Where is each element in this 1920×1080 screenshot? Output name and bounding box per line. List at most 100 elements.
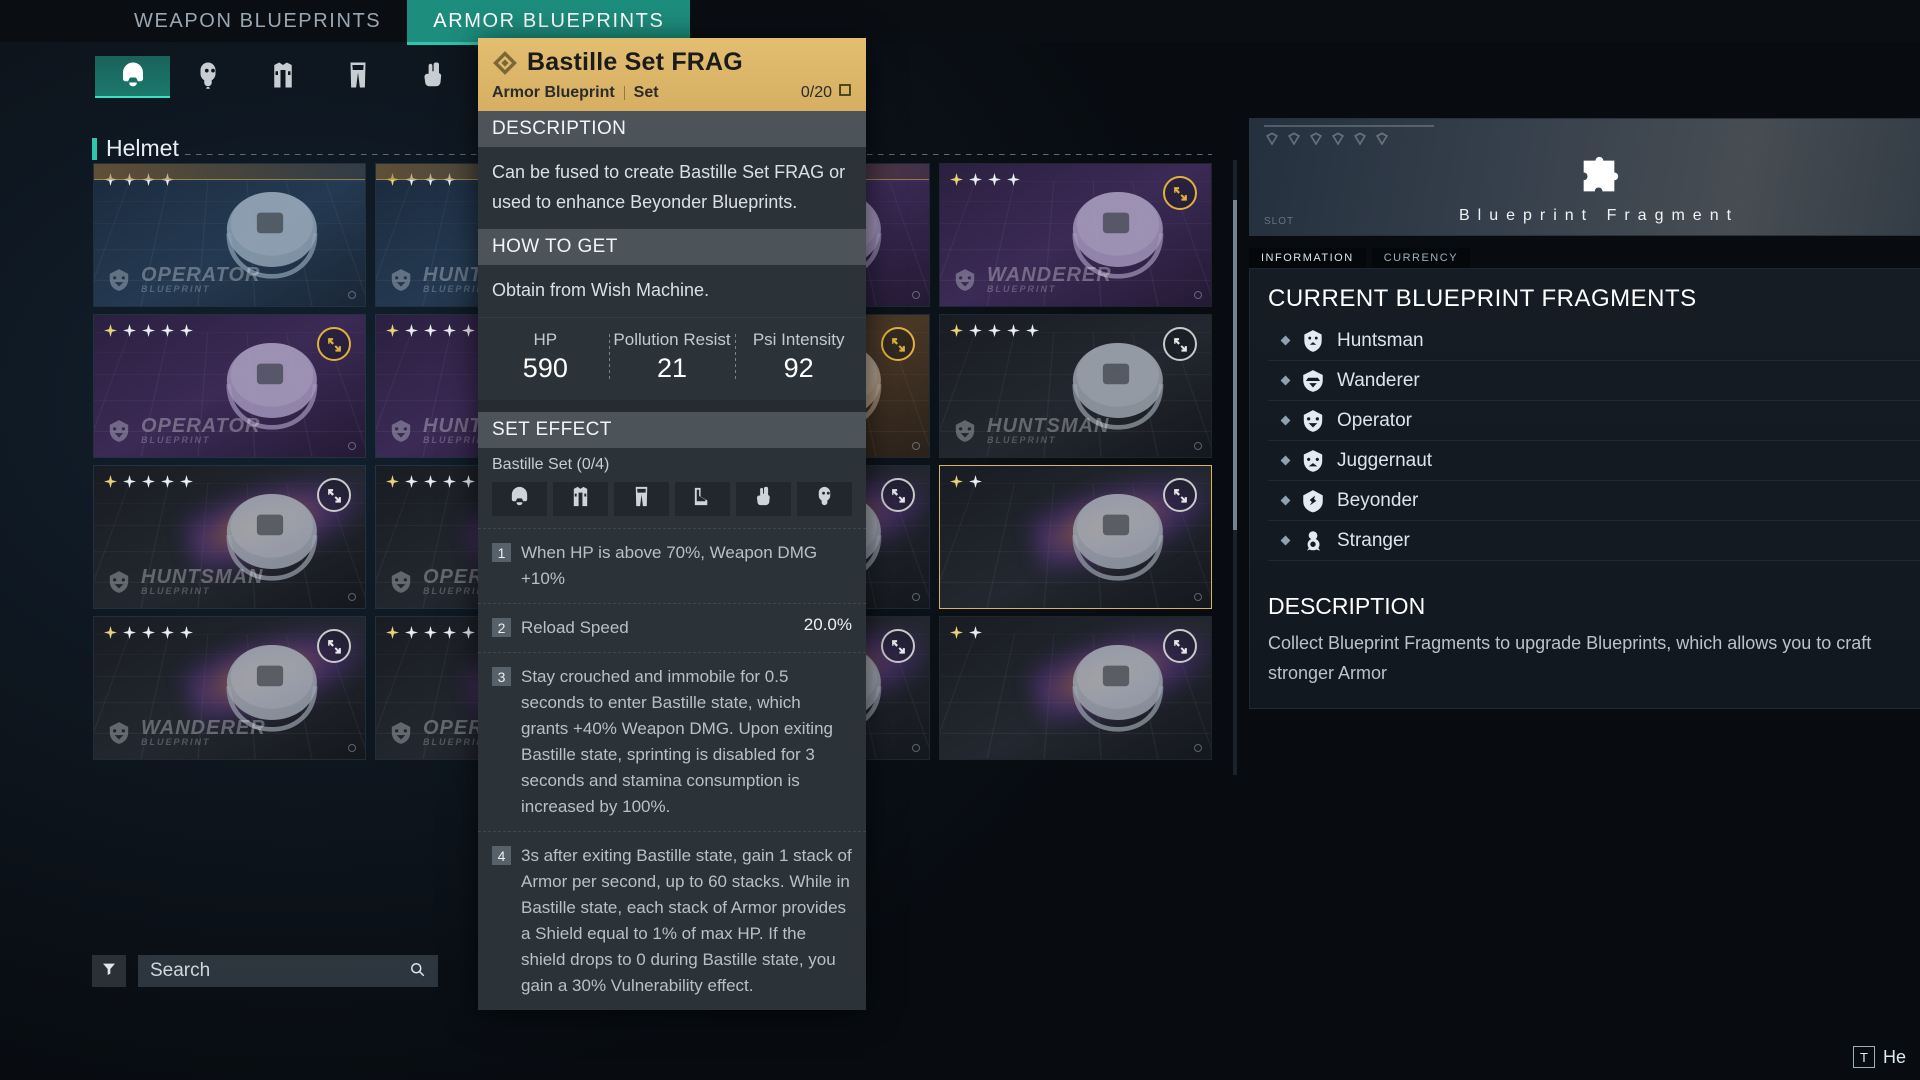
blueprint-card[interactable]: WANDERER BLUEPRINT bbox=[939, 163, 1212, 307]
card-corner-marker bbox=[912, 593, 920, 601]
set-slot bbox=[492, 482, 547, 516]
blueprint-card[interactable]: HUNTSMANBLUEPRINT bbox=[93, 465, 366, 609]
tab-information[interactable]: INFORMATION bbox=[1249, 248, 1366, 268]
tooltip-stat-value: 92 bbox=[783, 353, 814, 383]
grid-scrollbar-thumb[interactable] bbox=[1233, 200, 1237, 530]
equipped-badge[interactable] bbox=[881, 478, 915, 512]
tooltip-stat-label: Pollution Resist bbox=[613, 330, 731, 349]
fragment-list-item[interactable]: Beyonder bbox=[1268, 481, 1920, 521]
helmet-icon bbox=[118, 60, 148, 95]
faction-sub: BLUEPRINT bbox=[141, 284, 211, 295]
set-effect-value: 20.0% bbox=[803, 615, 852, 634]
filter-button[interactable] bbox=[92, 955, 126, 987]
fragment-name: Huntsman bbox=[1337, 329, 1424, 351]
search-input[interactable]: Search bbox=[138, 955, 438, 987]
tab-currency[interactable]: CURRENCY bbox=[1371, 248, 1471, 268]
faction-emblem-icon bbox=[104, 267, 134, 293]
rarity-star bbox=[142, 475, 155, 488]
card-top-strip bbox=[94, 164, 365, 180]
faction-sub: BLUEPRINT bbox=[987, 284, 1057, 295]
right-panel-tabs: INFORMATION CURRENCY bbox=[1249, 248, 1920, 268]
tooltip-howto-header: HOW TO GET bbox=[478, 229, 866, 265]
bullet-icon bbox=[1280, 335, 1291, 346]
equipped-badge[interactable] bbox=[1163, 176, 1197, 210]
stranger-emblem-icon bbox=[1300, 528, 1326, 554]
bullet-icon bbox=[1280, 495, 1291, 506]
rp-tab-label: CURRENCY bbox=[1383, 252, 1459, 264]
rarity-star bbox=[969, 475, 982, 488]
beyonder-emblem-icon bbox=[1300, 488, 1326, 514]
blueprint-card[interactable]: WANDERER BLUEPRINT bbox=[93, 616, 366, 760]
rarity-star bbox=[104, 324, 117, 337]
faction-name: OPERATORBLUEPRINT bbox=[141, 415, 261, 446]
category-icon-row bbox=[95, 56, 470, 98]
category-legs[interactable] bbox=[320, 56, 395, 98]
category-helmet[interactable] bbox=[95, 56, 170, 98]
rarity-star bbox=[1007, 173, 1020, 186]
emblem-mark-icon bbox=[1330, 131, 1346, 152]
blueprint-card[interactable]: OPERATORBLUEPRINT bbox=[93, 314, 366, 458]
search-icon[interactable] bbox=[408, 960, 426, 983]
pants-icon bbox=[630, 485, 653, 513]
faction-emblem-icon bbox=[950, 267, 980, 293]
tooltip-description-header: DESCRIPTION bbox=[478, 111, 866, 147]
card-faction: HUNTSMANBLUEPRINT bbox=[950, 417, 1109, 445]
equipped-badge[interactable] bbox=[317, 478, 351, 512]
blueprint-card[interactable]: OPERATORBLUEPRINT bbox=[93, 163, 366, 307]
equipped-badge[interactable] bbox=[881, 629, 915, 663]
rarity-star bbox=[969, 173, 982, 186]
rarity-star bbox=[142, 324, 155, 337]
equipped-badge[interactable] bbox=[317, 327, 351, 361]
fragment-list-item[interactable]: Operator bbox=[1268, 401, 1920, 441]
set-effect-row: 2 Reload Speed 20.0% bbox=[478, 603, 866, 652]
category-gloves[interactable] bbox=[395, 56, 470, 98]
tooltip-title: Bastille Set FRAG bbox=[527, 48, 743, 76]
rarity-star bbox=[161, 626, 174, 639]
rarity-star bbox=[180, 626, 193, 639]
tab-weapon-blueprints[interactable]: WEAPON BLUEPRINTS bbox=[108, 0, 407, 42]
fragment-list-item[interactable]: Stranger bbox=[1268, 521, 1920, 561]
set-rhombus-icon bbox=[492, 50, 518, 76]
equipped-badge[interactable] bbox=[317, 629, 351, 663]
set-effect-row: 3 Stay crouched and immobile for 0.5 seco… bbox=[478, 652, 866, 831]
vest-icon bbox=[569, 485, 592, 513]
rarity-star bbox=[104, 475, 117, 488]
grid-scrollbar[interactable] bbox=[1233, 160, 1237, 775]
equipped-badge[interactable] bbox=[1163, 629, 1197, 663]
category-chest[interactable] bbox=[245, 56, 320, 98]
banner-top-line bbox=[1264, 125, 1434, 127]
emblem-mark-icon bbox=[1308, 131, 1324, 152]
faction-emblem-icon bbox=[104, 720, 134, 746]
equipped-badge[interactable] bbox=[881, 327, 915, 361]
equipped-badge[interactable] bbox=[1163, 327, 1197, 361]
category-mask[interactable] bbox=[170, 56, 245, 98]
right-description-header: DESCRIPTION bbox=[1268, 593, 1426, 619]
emblem-mark-icon bbox=[1264, 131, 1280, 152]
tab-label: WEAPON BLUEPRINTS bbox=[134, 9, 382, 32]
gasmask-icon bbox=[193, 60, 223, 95]
rarity-star bbox=[123, 475, 136, 488]
emblem-mark-icon bbox=[1374, 131, 1390, 152]
right-description-body: Collect Blueprint Fragments to upgrade B… bbox=[1268, 633, 1872, 683]
faction-name: HUNTSMANBLUEPRINT bbox=[141, 566, 264, 597]
rarity-star bbox=[443, 626, 456, 639]
blueprint-card[interactable] bbox=[939, 616, 1212, 760]
tooltip-set-effect-header: SET EFFECT bbox=[478, 412, 866, 448]
set-slot bbox=[675, 482, 730, 516]
equipped-badge[interactable] bbox=[1163, 478, 1197, 512]
set-effect-text: Reload Speed bbox=[521, 618, 629, 637]
fragment-list-item[interactable]: Huntsman bbox=[1268, 321, 1920, 361]
rarity-star bbox=[969, 626, 982, 639]
tooltip-stat: Psi Intensity 92 bbox=[735, 330, 862, 384]
blueprint-card[interactable]: HUNTSMANBLUEPRINT bbox=[939, 314, 1212, 458]
card-corner-marker bbox=[1194, 442, 1202, 450]
fragment-list-item[interactable]: Wanderer bbox=[1268, 361, 1920, 401]
tab-armor-blueprints[interactable]: ARMOR BLUEPRINTS bbox=[407, 0, 691, 45]
set-effect-row: 4 3s after exiting Bastille state, gain 1… bbox=[478, 831, 866, 1010]
rarity-star bbox=[969, 324, 982, 337]
card-corner-marker bbox=[348, 442, 356, 450]
rarity-star bbox=[386, 626, 399, 639]
fragment-list-item[interactable]: Juggernaut bbox=[1268, 441, 1920, 481]
blueprint-card[interactable] bbox=[939, 465, 1212, 609]
card-rarity bbox=[386, 626, 475, 639]
